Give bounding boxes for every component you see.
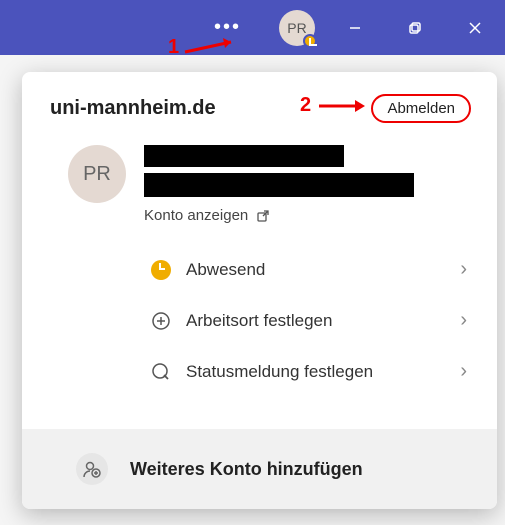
menu-label: Abwesend <box>186 260 446 280</box>
profile-info: Konto anzeigen <box>144 145 469 224</box>
menu-label: Statusmeldung festlegen <box>186 362 446 382</box>
more-options-button[interactable]: ••• <box>206 16 249 39</box>
add-account-label: Weiteres Konto hinzufügen <box>130 459 363 480</box>
menu-item-status-message[interactable]: Statusmeldung festlegen › <box>150 346 487 397</box>
minimize-button[interactable] <box>335 8 375 48</box>
profile-avatar: PR <box>68 145 126 203</box>
menu-label: Arbeitsort festlegen <box>186 311 446 331</box>
account-popover: uni-mannheim.de Abmelden PR Konto anzeig… <box>22 72 497 509</box>
titlebar-avatar[interactable]: PR <box>279 10 315 46</box>
avatar-initials: PR <box>287 20 306 36</box>
avatar-initials: PR <box>83 163 111 186</box>
close-button[interactable] <box>455 8 495 48</box>
add-account-button[interactable]: Weiteres Konto hinzufügen <box>22 429 497 509</box>
user-name-redacted <box>144 145 344 167</box>
external-link-icon <box>256 209 270 223</box>
maximize-button[interactable] <box>395 8 435 48</box>
away-icon <box>150 259 172 281</box>
chevron-right-icon: › <box>460 258 467 281</box>
sign-out-button[interactable]: Abmelden <box>371 94 471 123</box>
edit-status-icon <box>150 361 172 383</box>
profile-section: PR Konto anzeigen <box>22 139 497 234</box>
title-bar: ••• PR <box>0 0 505 55</box>
view-account-label: Konto anzeigen <box>144 207 248 224</box>
tenant-domain: uni-mannheim.de <box>50 97 216 120</box>
chevron-right-icon: › <box>460 360 467 383</box>
chevron-right-icon: › <box>460 309 467 332</box>
menu-item-work-location[interactable]: Arbeitsort festlegen › <box>150 295 487 346</box>
location-add-icon <box>150 310 172 332</box>
status-menu: Abwesend › Arbeitsort festlegen › Status… <box>22 234 497 405</box>
popover-header: uni-mannheim.de Abmelden <box>22 72 497 139</box>
menu-item-presence[interactable]: Abwesend › <box>150 244 487 295</box>
view-account-link[interactable]: Konto anzeigen <box>144 207 469 224</box>
add-account-icon <box>76 453 108 485</box>
user-email-redacted <box>144 173 414 197</box>
status-badge-away-icon <box>303 34 317 48</box>
